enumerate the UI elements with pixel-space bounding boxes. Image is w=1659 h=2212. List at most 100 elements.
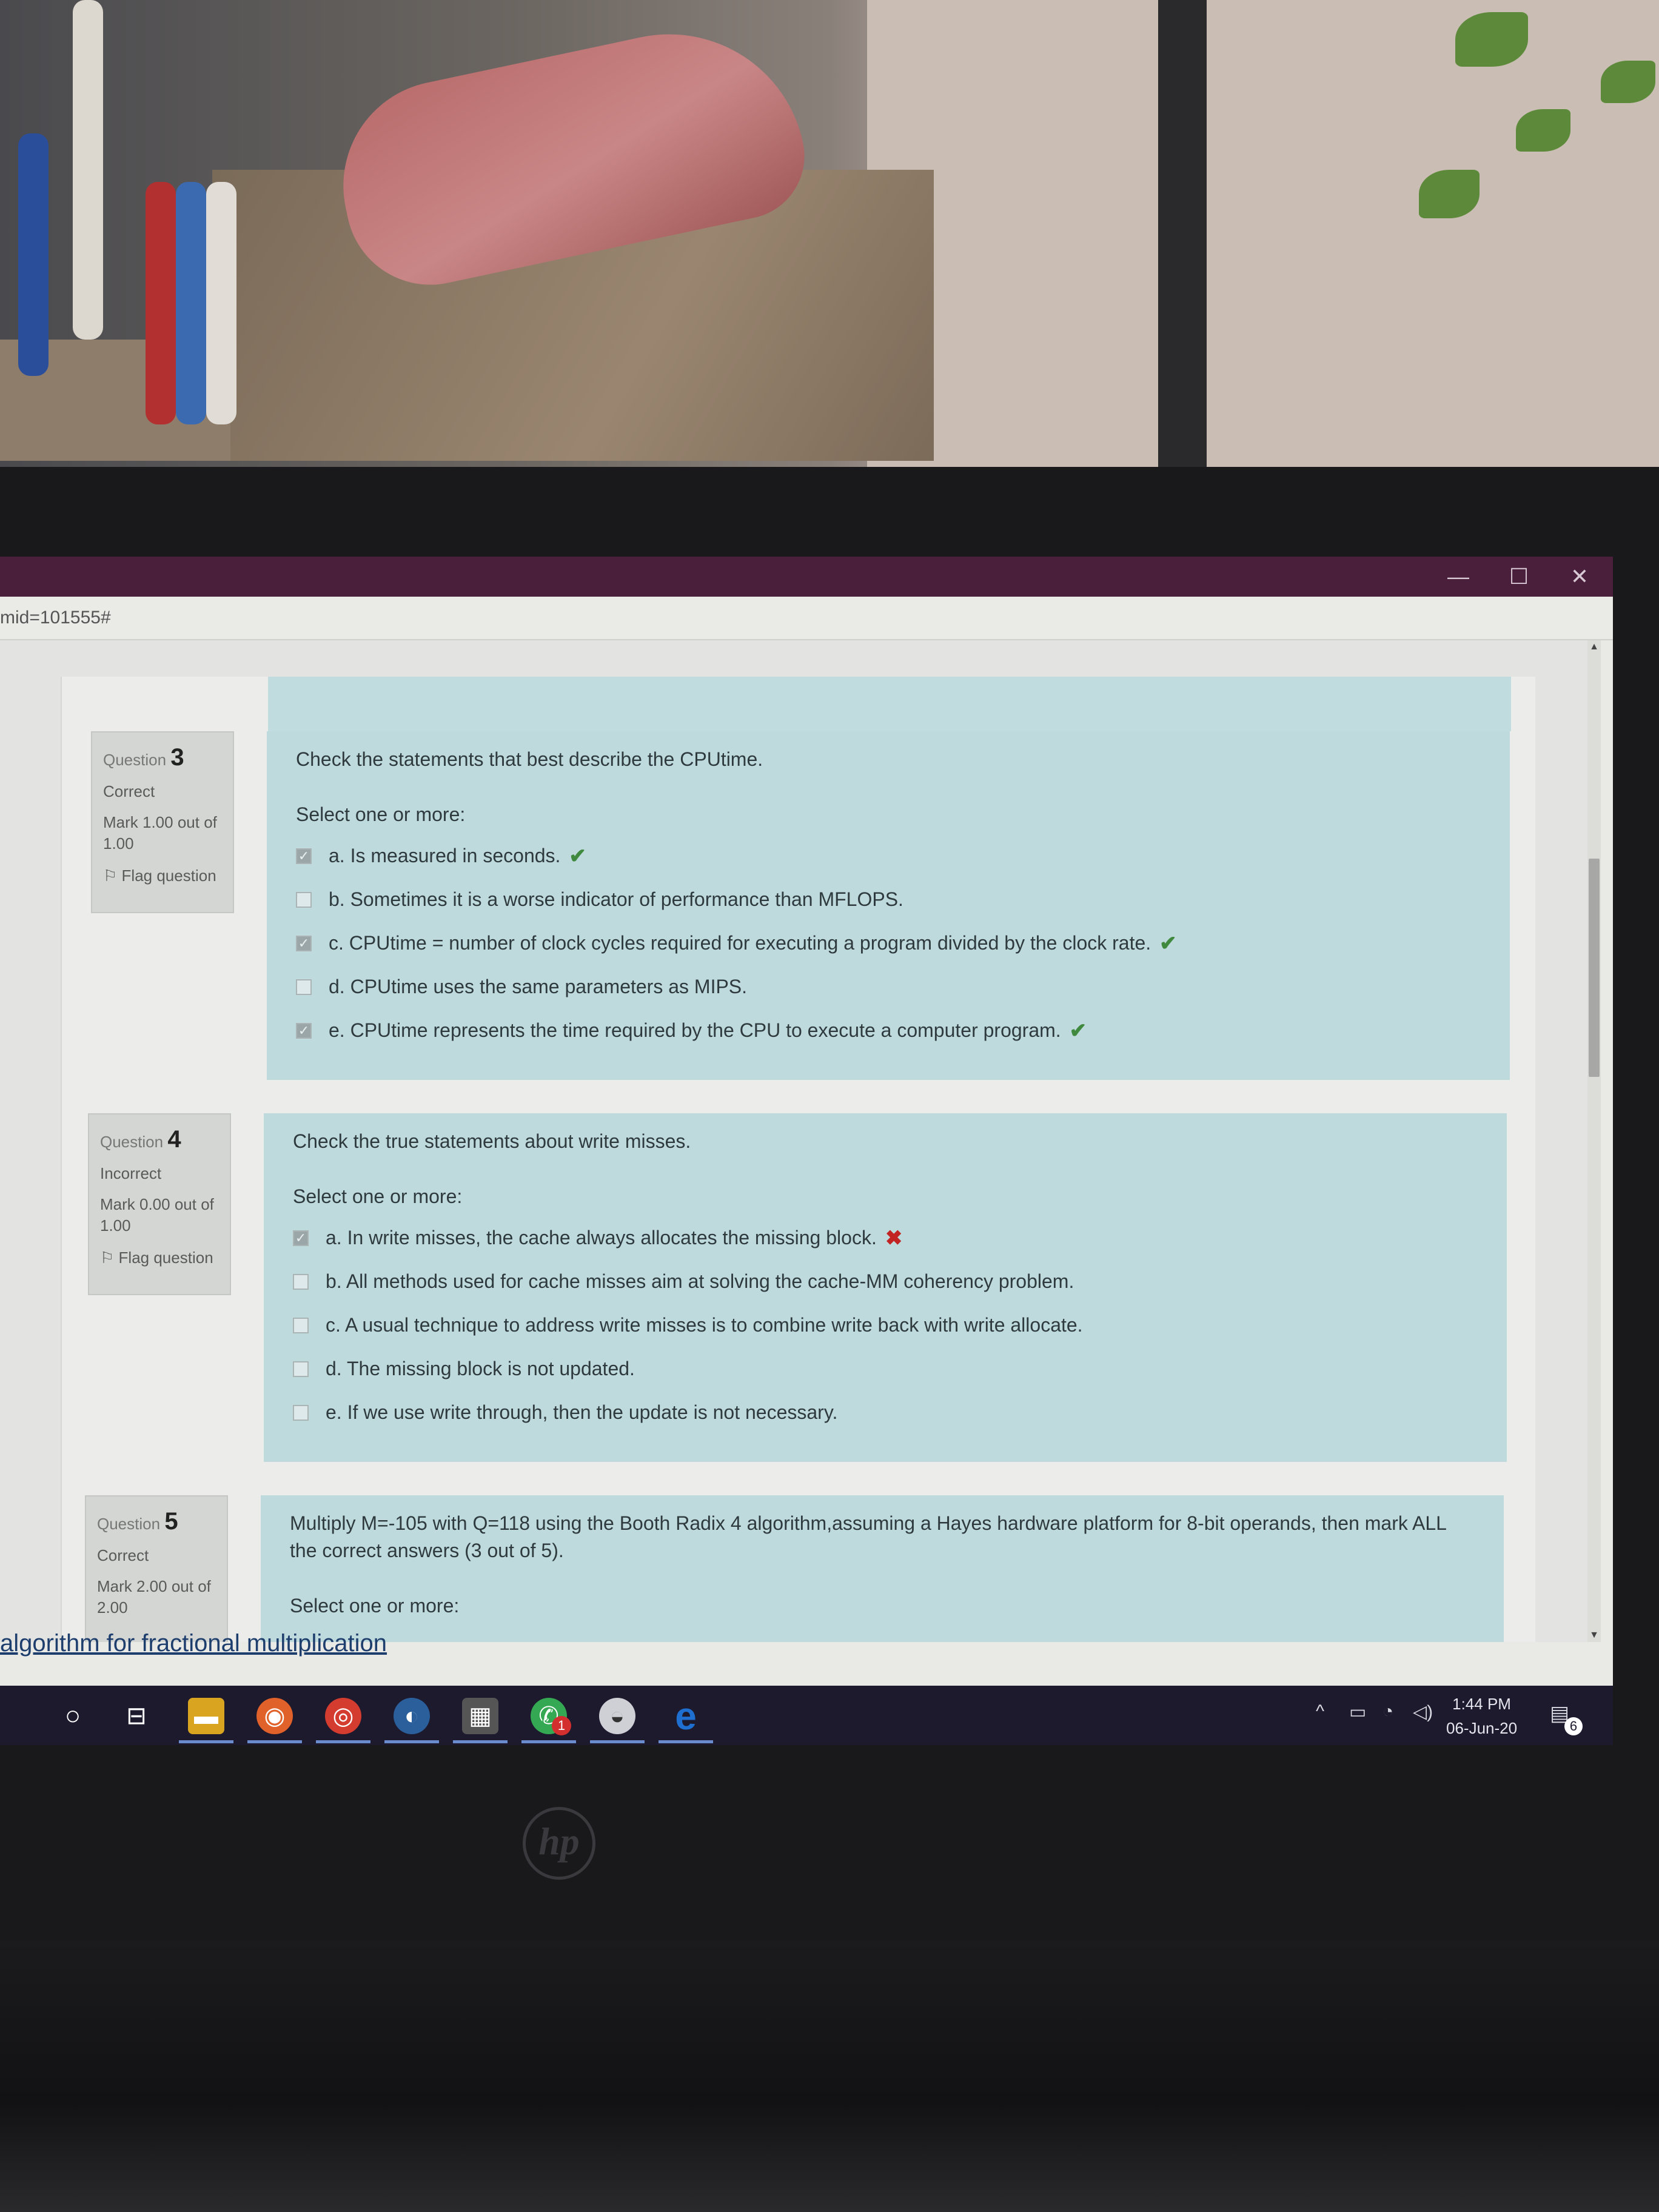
background-photo — [0, 0, 1659, 473]
pencil — [146, 182, 176, 424]
checkbox[interactable] — [296, 979, 312, 995]
answer-option[interactable]: ✓ c. CPUtime = number of clock cycles req… — [296, 922, 1481, 965]
question-state: Correct — [103, 782, 155, 800]
previous-question-tail — [268, 677, 1511, 731]
flag-question-link[interactable]: ⚐ Flag question — [103, 865, 222, 886]
chrome-icon[interactable]: ◎ — [325, 1698, 361, 1734]
cortana-icon[interactable]: ○ — [55, 1698, 91, 1734]
question-content: Check the true statements about write mi… — [264, 1113, 1507, 1462]
minimize-button[interactable]: — — [1431, 561, 1486, 592]
task-view-icon[interactable]: ⊟ — [118, 1698, 155, 1734]
notification-badge: 1 — [552, 1716, 571, 1735]
answer-option[interactable]: e. If we use write through, then the upd… — [293, 1391, 1478, 1435]
hp-logo: hp — [523, 1807, 595, 1880]
answer-prompt: Select one or more: — [293, 1185, 463, 1207]
time: 1:44 PM — [1452, 1695, 1511, 1713]
show-hidden-icons-icon[interactable]: ^ — [1316, 1701, 1324, 1722]
question-text: Check the statements that best describe … — [296, 748, 763, 770]
leaf — [1601, 61, 1655, 103]
active-indicator — [521, 1740, 576, 1743]
checkmark-icon: ✔ — [1069, 1019, 1087, 1042]
active-indicator — [247, 1740, 302, 1743]
wall — [867, 0, 1659, 467]
steam-icon[interactable]: ◐ — [394, 1698, 430, 1734]
question-state: Incorrect — [100, 1164, 162, 1182]
window-title-bar: — ☐ ✕ — [0, 557, 1613, 597]
url-text: mid=101555# — [0, 608, 111, 628]
marker — [206, 182, 236, 424]
checkmark-icon: ✔ — [569, 844, 586, 868]
cross-icon: ✖ — [885, 1226, 903, 1250]
active-indicator — [384, 1740, 439, 1743]
question-info: Question 5 Correct Mark 2.00 out of 2.00 — [85, 1495, 228, 1642]
active-indicator — [590, 1740, 645, 1743]
checkbox[interactable]: ✓ — [296, 1022, 312, 1039]
question-state: Correct — [97, 1546, 149, 1564]
answer-option[interactable]: ✓ a. In write misses, the cache always al… — [293, 1216, 1478, 1260]
answer-option[interactable]: b. All methods used for cache misses aim… — [293, 1260, 1478, 1304]
question-info: Question 3 Correct Mark 1.00 out of 1.00… — [91, 731, 234, 913]
address-bar[interactable]: mid=101555# — [0, 597, 1613, 640]
taskbar: ○ ⊟ ▬ ◉ ◎ ◐ ▦ ✆ 1 ◒ e ^ ▭ ◔ ◁) 1:44 PM 0… — [0, 1686, 1613, 1745]
overlay-link-text: algorithm for fractional multiplication — [0, 1630, 387, 1657]
quiz-page: Question 3 Correct Mark 1.00 out of 1.00… — [0, 640, 1601, 1642]
answer-option[interactable]: c. A usual technique to address write mi… — [293, 1304, 1478, 1347]
question-mark: Mark 2.00 out of 2.00 — [97, 1577, 211, 1617]
question-info: Question 4 Incorrect Mark 0.00 out of 1.… — [88, 1113, 231, 1295]
question-number: 4 — [167, 1126, 181, 1153]
app-icon[interactable]: ◒ — [599, 1698, 635, 1734]
question-text: Check the true statements about write mi… — [293, 1130, 691, 1152]
screen: — ☐ ✕ mid=101555# Question 3 Correct Mar… — [0, 557, 1613, 1745]
edge-icon[interactable]: e — [668, 1697, 704, 1735]
clock[interactable]: 1:44 PM 06-Jun-20 — [1446, 1692, 1517, 1740]
question-label: Question — [97, 1515, 161, 1533]
answer-option[interactable]: ✓ a. Is measured in seconds. ✔ — [296, 834, 1481, 878]
wifi-icon[interactable]: ◔ — [1382, 1701, 1393, 1722]
pen — [18, 133, 49, 376]
notification-count: 6 — [1564, 1717, 1583, 1735]
active-indicator — [659, 1740, 713, 1743]
checkmark-icon: ✔ — [1159, 931, 1177, 955]
calculator-icon[interactable]: ▦ — [462, 1698, 498, 1734]
checkbox[interactable] — [296, 891, 312, 908]
marker — [73, 0, 103, 340]
flag-question-link[interactable]: ⚐ Flag question — [100, 1247, 219, 1269]
leaf — [1516, 109, 1570, 152]
firefox-icon[interactable]: ◉ — [256, 1698, 293, 1734]
checkbox[interactable]: ✓ — [293, 1230, 309, 1246]
answer-option[interactable]: d. The missing block is not updated. — [293, 1347, 1478, 1391]
question-text: Multiply M=-105 with Q=118 using the Boo… — [290, 1512, 1446, 1561]
checkbox[interactable] — [293, 1317, 309, 1333]
answer-option[interactable]: d. CPUtime uses the same parameters as M… — [296, 965, 1481, 1009]
answer-option[interactable]: ✓ e. CPUtime represents the time required… — [296, 1009, 1481, 1053]
maximize-button[interactable]: ☐ — [1492, 561, 1546, 592]
question-mark: Mark 0.00 out of 1.00 — [100, 1195, 214, 1235]
question-number: 3 — [170, 744, 184, 771]
checkbox[interactable] — [293, 1404, 309, 1421]
active-indicator — [453, 1740, 508, 1743]
question-content: Check the statements that best describe … — [267, 731, 1510, 1080]
question-label: Question — [100, 1133, 164, 1151]
checkbox[interactable] — [293, 1273, 309, 1290]
battery-icon[interactable]: ▭ — [1349, 1701, 1366, 1723]
question-mark: Mark 1.00 out of 1.00 — [103, 813, 217, 853]
checkbox[interactable] — [293, 1361, 309, 1377]
answer-prompt: Select one or more: — [290, 1594, 460, 1617]
volume-icon[interactable]: ◁) — [1413, 1701, 1433, 1723]
close-button[interactable]: ✕ — [1552, 561, 1607, 592]
scroll-thumb[interactable] — [1589, 859, 1600, 1077]
scroll-down-icon[interactable]: ▼ — [1589, 1630, 1600, 1641]
scroll-up-icon[interactable]: ▲ — [1589, 642, 1600, 652]
leaf — [1455, 12, 1528, 67]
leaf — [1419, 170, 1480, 218]
checkbox[interactable]: ✓ — [296, 935, 312, 951]
checkbox[interactable]: ✓ — [296, 848, 312, 864]
answer-prompt: Select one or more: — [296, 803, 466, 825]
answer-option[interactable]: b. Sometimes it is a worse indicator of … — [296, 878, 1481, 922]
keyboard-area — [0, 1940, 1659, 2212]
vertical-scrollbar[interactable]: ▲ ▼ — [1587, 640, 1601, 1642]
file-explorer-icon[interactable]: ▬ — [188, 1698, 224, 1734]
question-number: 5 — [164, 1508, 178, 1535]
window-frame — [1158, 0, 1207, 467]
pen — [176, 182, 206, 424]
